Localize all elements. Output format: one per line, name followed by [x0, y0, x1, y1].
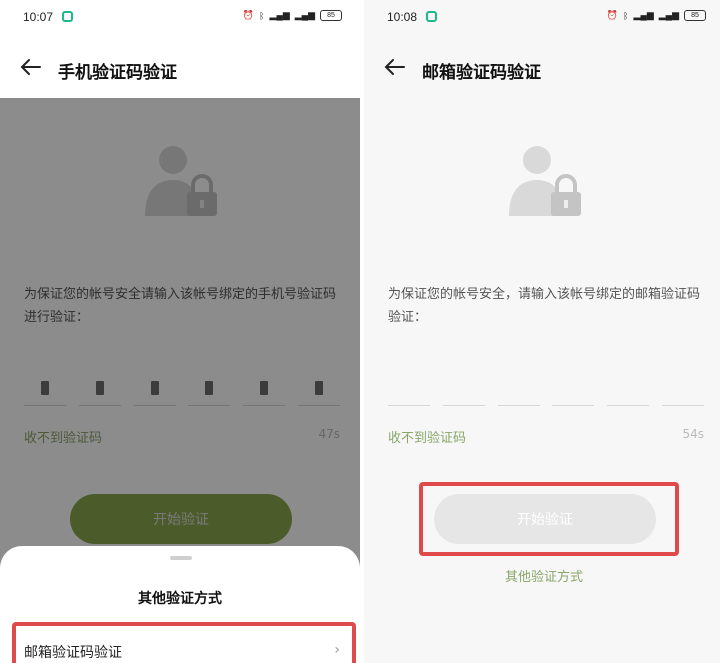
code-cell[interactable] [388, 360, 430, 406]
verify-description: 为保证您的帐号安全，请输入该帐号绑定的邮箱验证码验证： [388, 287, 701, 325]
code-input-group[interactable] [388, 360, 704, 406]
email-verify-screen: 10:08 ⏰ ᛒ ▂▄▆ ▂▄▆ 85 邮箱验证码验证 为保证您的帐号安全，请… [364, 0, 720, 663]
bluetooth-icon: ᛒ [623, 10, 629, 21]
app-notification-icon [62, 11, 73, 22]
signal-icon: ▂▄▆ [269, 10, 290, 20]
highlight-email-option [12, 622, 356, 663]
highlight-start-button [419, 482, 679, 556]
signal-icon: ▂▄▆ [633, 10, 654, 20]
battery-icon: 85 [320, 10, 342, 21]
status-time: 10:07 [23, 10, 54, 24]
resend-countdown: 54s [682, 427, 704, 441]
resend-code-link[interactable]: 收不到验证码 [388, 427, 466, 446]
sheet-title: 其他验证方式 [138, 591, 222, 607]
battery-icon: 85 [684, 10, 706, 21]
app-notification-icon [426, 11, 437, 22]
status-bar: 10:07 ⏰ ᛒ ▂▄▆ ▂▄▆ 85 [0, 0, 360, 34]
back-arrow-icon[interactable] [384, 58, 406, 76]
user-lock-icon [509, 146, 581, 216]
page-title: 邮箱验证码验证 [422, 63, 541, 83]
code-cell[interactable] [607, 360, 650, 406]
code-cell[interactable] [661, 360, 704, 406]
page-header: 邮箱验证码验证 [364, 50, 720, 88]
alarm-icon: ⏰ [606, 10, 619, 20]
page-title: 手机验证码验证 [58, 63, 177, 83]
phone-verify-screen: 10:07 ⏰ ᛒ ▂▄▆ ▂▄▆ 85 手机验证码验证 为保证您的帐号安全请输… [0, 0, 360, 663]
sheet-drag-handle[interactable] [170, 556, 192, 560]
bluetooth-icon: ᛒ [259, 10, 265, 21]
back-arrow-icon[interactable] [20, 58, 42, 76]
screenshot-canvas: 10:07 ⏰ ᛒ ▂▄▆ ▂▄▆ 85 手机验证码验证 为保证您的帐号安全请输… [0, 0, 720, 663]
status-bar: 10:08 ⏰ ᛒ ▂▄▆ ▂▄▆ 85 [364, 0, 720, 34]
page-header: 手机验证码验证 [0, 50, 360, 88]
code-cell[interactable] [497, 360, 540, 406]
signal-icon-2: ▂▄▆ [294, 10, 315, 20]
code-cell[interactable] [442, 360, 485, 406]
signal-icon-2: ▂▄▆ [658, 10, 679, 20]
status-time: 10:08 [387, 10, 418, 24]
other-methods-link[interactable]: 其他验证方式 [364, 566, 720, 585]
status-icons: ⏰ ᛒ ▂▄▆ ▂▄▆ 85 [607, 10, 706, 21]
alarm-icon: ⏰ [242, 10, 255, 20]
status-icons: ⏰ ᛒ ▂▄▆ ▂▄▆ 85 [243, 10, 342, 21]
code-cell[interactable] [552, 360, 595, 406]
